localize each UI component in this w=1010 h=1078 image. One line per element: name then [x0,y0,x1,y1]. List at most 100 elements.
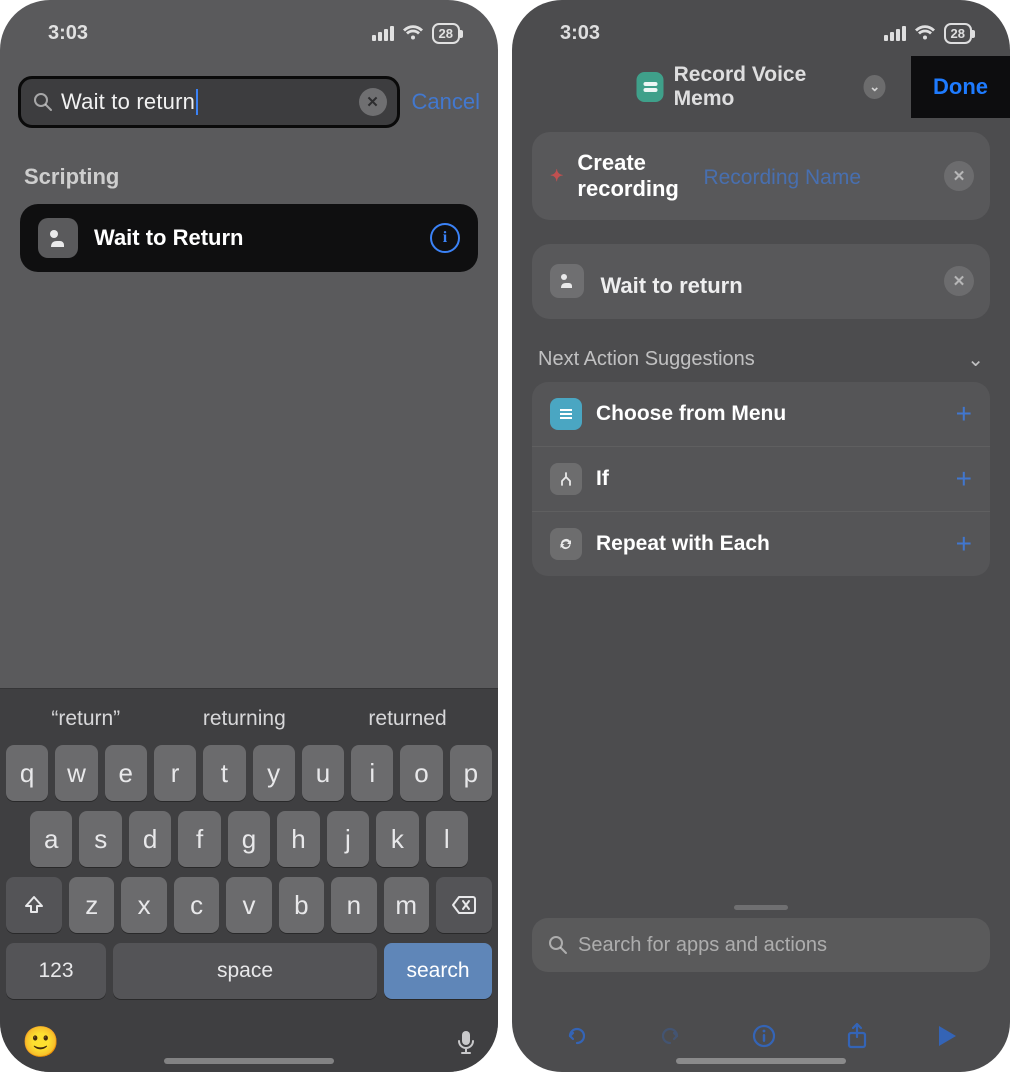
suggestion-if[interactable]: If + [532,446,990,511]
action-label: Create recording [577,150,689,202]
key-q[interactable]: q [6,745,48,801]
key-d[interactable]: d [129,811,171,867]
key-c[interactable]: c [174,877,219,933]
suggestion-label: Repeat with Each [596,532,770,556]
key-s[interactable]: s [79,811,121,867]
kb-suggestion[interactable]: returned [368,707,446,731]
undo-button[interactable] [564,1023,590,1049]
run-button[interactable] [936,1024,958,1048]
key-search[interactable]: search [384,943,492,999]
status-right: 28 [372,23,460,44]
key-u[interactable]: u [302,745,344,801]
share-button[interactable] [845,1022,869,1050]
key-shift[interactable] [6,877,62,933]
key-k[interactable]: k [376,811,418,867]
clear-search-button[interactable]: ✕ [359,88,387,116]
suggestion-label: Choose from Menu [596,402,786,426]
key-z[interactable]: z [69,877,114,933]
key-e[interactable]: e [105,745,147,801]
branch-icon [550,463,582,495]
suggestions-header[interactable]: Next Action Suggestions ⌄ [532,343,990,382]
suggestion-label: If [596,467,609,491]
dictation-button[interactable] [456,1029,476,1057]
key-v[interactable]: v [226,877,271,933]
remove-action-button[interactable]: ✕ [944,161,974,191]
scripting-icon [550,264,584,298]
status-right: 28 [884,23,972,44]
suggestion-choose-from-menu[interactable]: Choose from Menu + [532,382,990,446]
status-bar: 3:03 28 [0,0,498,56]
home-indicator[interactable] [676,1058,846,1064]
status-bar: 3:03 28 [512,0,1010,56]
right-screenshot: 3:03 28 Record Voice Memo ⌄ Done ✦ Creat… [512,0,1010,1072]
kb-suggestion[interactable]: returning [203,707,286,731]
key-w[interactable]: w [55,745,97,801]
action-create-recording[interactable]: ✦ Create recording Recording Name ✕ [532,132,990,220]
key-h[interactable]: h [277,811,319,867]
suggestions-title: Next Action Suggestions [538,348,755,371]
key-b[interactable]: b [279,877,324,933]
key-space[interactable]: space [113,943,377,999]
wifi-icon [402,25,424,41]
search-icon [33,92,53,112]
key-numbers[interactable]: 123 [6,943,106,999]
scripting-icon [38,218,78,258]
kb-suggestion[interactable]: “return” [51,707,120,731]
cellular-icon [372,26,394,41]
home-indicator[interactable] [164,1058,334,1064]
action-wait-to-return[interactable]: Wait to return ✕ [532,244,990,319]
key-r[interactable]: r [154,745,196,801]
kb-row-3: z x c v b n m [6,877,492,933]
keyboard-suggestions: “return” returning returned [0,701,498,745]
key-a[interactable]: a [30,811,72,867]
section-header-scripting: Scripting [0,136,498,204]
remove-action-button[interactable]: ✕ [944,266,974,296]
sheet-grabber[interactable] [734,905,788,910]
done-label: Done [933,74,988,99]
suggestion-repeat[interactable]: Repeat with Each + [532,511,990,576]
key-j[interactable]: j [327,811,369,867]
battery-badge: 28 [432,23,460,44]
shortcut-title-button[interactable]: Record Voice Memo ⌄ [637,63,886,111]
key-m[interactable]: m [384,877,429,933]
done-button[interactable]: Done [911,56,1010,118]
search-input[interactable]: Wait to return ✕ [18,76,400,128]
key-i[interactable]: i [351,745,393,801]
suggestions-list: Choose from Menu + If + Repeat with Each… [532,382,990,576]
redo-button[interactable] [657,1023,683,1049]
chevron-down-icon: ⌄ [864,75,886,99]
repeat-icon [550,528,582,560]
key-o[interactable]: o [400,745,442,801]
search-input-text: Wait to return [61,89,195,115]
search-result-wait-to-return[interactable]: Wait to Return i [20,204,478,272]
key-l[interactable]: l [426,811,468,867]
editor-toolbar [512,1022,1010,1050]
key-g[interactable]: g [228,811,270,867]
cancel-button[interactable]: Cancel [412,89,480,115]
cellular-icon [884,26,906,41]
emoji-button[interactable]: 🙂 [22,1025,59,1060]
info-button[interactable]: i [430,223,460,253]
bottom-search-placeholder: Search for apps and actions [578,934,827,957]
key-backspace[interactable] [436,877,492,933]
info-button[interactable] [751,1023,777,1049]
key-y[interactable]: y [253,745,295,801]
key-n[interactable]: n [331,877,376,933]
key-x[interactable]: x [121,877,166,933]
variable-token[interactable]: Recording Name [703,166,972,190]
key-t[interactable]: t [203,745,245,801]
add-icon[interactable]: + [956,463,972,495]
wifi-icon [914,25,936,41]
battery-badge: 28 [944,23,972,44]
keyboard: “return” returning returned q w e r t y … [0,688,498,1072]
left-screenshot: 3:03 28 Wait to return ✕ Cancel Scriptin… [0,0,498,1072]
key-f[interactable]: f [178,811,220,867]
action-label: Wait to return [600,273,742,298]
chevron-down-icon: ⌄ [967,347,984,372]
add-icon[interactable]: + [956,398,972,430]
status-time: 3:03 [560,22,600,45]
bottom-search[interactable]: Search for apps and actions [532,918,990,972]
key-p[interactable]: p [450,745,492,801]
add-icon[interactable]: + [956,528,972,560]
kb-row-1: q w e r t y u i o p [6,745,492,801]
